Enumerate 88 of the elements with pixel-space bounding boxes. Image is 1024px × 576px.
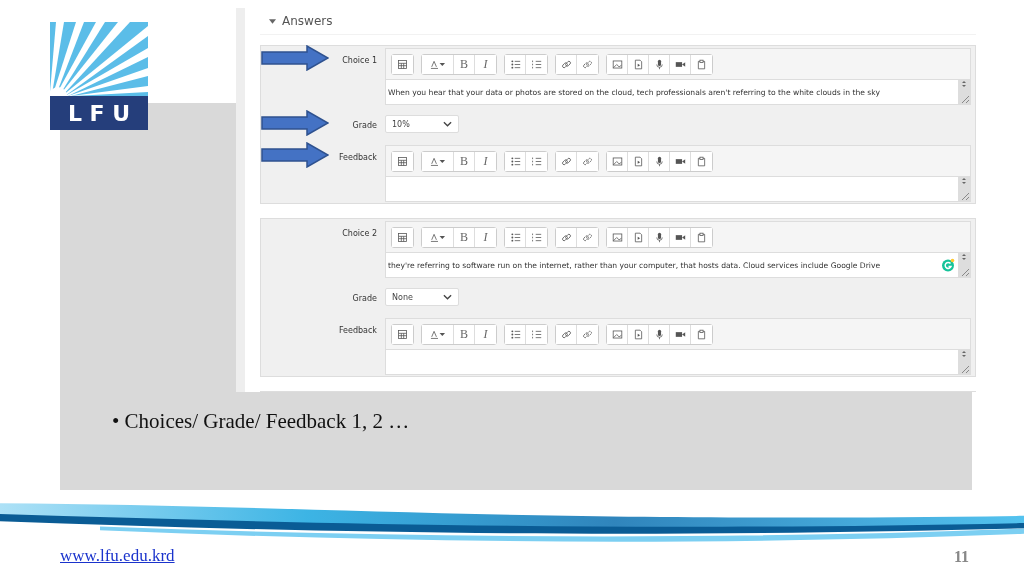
clipboard-icon xyxy=(696,232,707,243)
link-icon xyxy=(560,329,572,340)
video-camera-icon xyxy=(674,156,686,167)
text-color-icon xyxy=(428,232,447,243)
link-button[interactable] xyxy=(556,55,577,74)
fontcolor-button[interactable] xyxy=(422,228,454,247)
link-button[interactable] xyxy=(556,325,577,344)
ul-button[interactable] xyxy=(505,228,526,247)
field-label: Choice 2 xyxy=(342,228,377,238)
sunburst-icon xyxy=(50,22,148,96)
bullet-text: • Choices/ Grade/ Feedback 1, 2 … xyxy=(112,409,411,434)
resize-handle-icon[interactable] xyxy=(958,253,970,277)
media-file-icon xyxy=(632,156,644,167)
microphone-icon xyxy=(653,329,665,340)
image-icon xyxy=(611,59,623,70)
page-number: 11 xyxy=(953,548,969,566)
link-icon xyxy=(560,156,572,167)
resize-handle-icon[interactable] xyxy=(958,177,970,201)
bullet-list-icon xyxy=(509,329,521,340)
table-icon xyxy=(397,59,408,70)
microphone-icon xyxy=(653,59,665,70)
media-file-icon xyxy=(632,59,644,70)
clipboard-icon xyxy=(696,329,707,340)
ul-button[interactable] xyxy=(505,152,526,171)
field-label: Choice 1 xyxy=(342,55,377,65)
website-link[interactable]: www.lfu.edu.krd xyxy=(60,546,175,566)
logo-text: L F U xyxy=(50,96,148,130)
writing-assistant-icon[interactable] xyxy=(941,258,955,272)
unlink-icon xyxy=(582,329,593,340)
text-color-icon xyxy=(428,59,447,70)
link-icon xyxy=(560,232,572,243)
table-icon xyxy=(397,232,408,243)
microphone-icon xyxy=(653,232,665,243)
unlink-icon xyxy=(582,59,593,70)
resize-handle-icon[interactable] xyxy=(958,350,970,374)
link-icon xyxy=(560,59,572,70)
numbered-list-icon xyxy=(531,59,542,70)
section-title: Answers xyxy=(282,14,333,28)
bullet-list-icon xyxy=(509,232,521,243)
ul-button[interactable] xyxy=(505,55,526,74)
input-field[interactable] xyxy=(386,176,970,201)
ul-button[interactable] xyxy=(505,325,526,344)
table-button[interactable] xyxy=(392,228,413,247)
grade-dropdown[interactable]: None xyxy=(385,288,459,306)
text-color-icon xyxy=(428,329,447,340)
numbered-list-icon xyxy=(531,232,542,243)
image-icon xyxy=(611,329,623,340)
collapse-caret-icon[interactable] xyxy=(269,18,276,24)
image-button[interactable] xyxy=(607,228,628,247)
field-label: Feedback xyxy=(338,152,377,162)
image-button[interactable] xyxy=(607,55,628,74)
image-button[interactable] xyxy=(607,325,628,344)
table-icon xyxy=(397,156,408,167)
video-camera-icon xyxy=(674,59,686,70)
link-button[interactable] xyxy=(556,152,577,171)
link-button[interactable] xyxy=(556,228,577,247)
text-color-icon xyxy=(428,156,447,167)
video-camera-icon xyxy=(674,329,686,340)
microphone-icon xyxy=(653,156,665,167)
clipboard-icon xyxy=(696,156,707,167)
chevron-down-icon xyxy=(443,121,452,127)
resize-handle-icon[interactable] xyxy=(958,80,970,104)
chevron-down-icon xyxy=(443,294,452,300)
table-icon xyxy=(397,329,408,340)
table-button[interactable] xyxy=(392,325,413,344)
field-label: Grade xyxy=(352,120,377,130)
fontcolor-button[interactable] xyxy=(422,325,454,344)
image-button[interactable] xyxy=(607,152,628,171)
table-button[interactable] xyxy=(392,55,413,74)
field-label: Grade xyxy=(352,293,377,303)
unlink-icon xyxy=(582,156,593,167)
field-label: Feedback xyxy=(338,325,377,335)
input-field[interactable] xyxy=(386,349,970,374)
bullet-list-icon xyxy=(509,156,521,167)
numbered-list-icon xyxy=(531,156,542,167)
media-file-icon xyxy=(632,232,644,243)
fontcolor-button[interactable] xyxy=(422,152,454,171)
numbered-list-icon xyxy=(531,329,542,340)
fontcolor-button[interactable] xyxy=(422,55,454,74)
video-camera-icon xyxy=(674,232,686,243)
bullet-list-icon xyxy=(509,59,521,70)
clipboard-icon xyxy=(696,59,707,70)
table-button[interactable] xyxy=(392,152,413,171)
grade-dropdown[interactable]: 10% xyxy=(385,115,459,133)
image-icon xyxy=(611,232,623,243)
image-icon xyxy=(611,156,623,167)
media-file-icon xyxy=(632,329,644,340)
unlink-icon xyxy=(582,232,593,243)
